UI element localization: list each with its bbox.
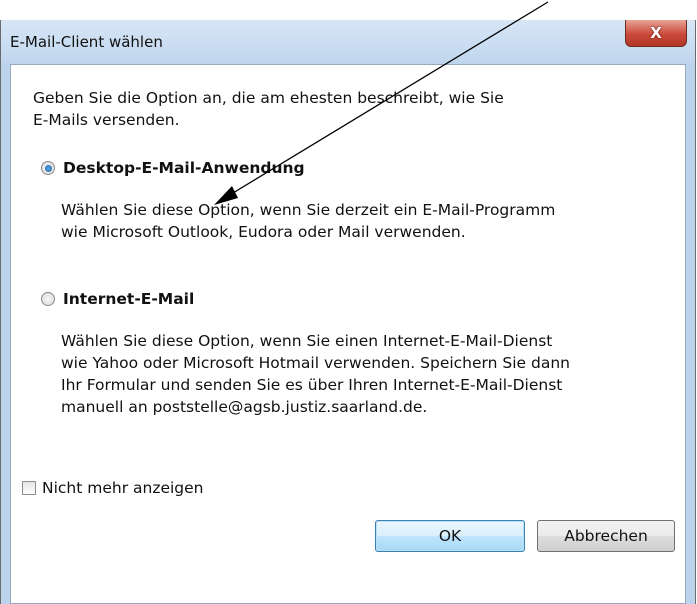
option-desktop-desc-line-1: Wählen Sie diese Option, wenn Sie derzei…: [61, 201, 556, 219]
option-desktop-label[interactable]: Desktop-E-Mail-Anwendung: [63, 157, 305, 179]
dont-show-again-checkbox[interactable]: [22, 481, 36, 495]
radio-desktop-email[interactable]: [41, 161, 55, 175]
option-internet-desc-line-4: manuell an poststelle@agsb.justiz.saarla…: [61, 398, 428, 416]
option-internet-desc-line-3: Ihr Formular und senden Sie es über Ihre…: [61, 376, 563, 394]
title-bar: E-Mail-Client wählen X: [1, 20, 695, 64]
radio-internet-email[interactable]: [41, 292, 55, 306]
dont-show-again-label[interactable]: Nicht mehr anzeigen: [42, 477, 204, 499]
ok-button[interactable]: OK: [375, 520, 525, 552]
cancel-button[interactable]: Abbrechen: [537, 520, 675, 552]
close-button[interactable]: X: [625, 20, 687, 47]
intro-line-1: Geben Sie die Option an, die am ehesten …: [33, 89, 504, 107]
option-internet-desc-line-1: Wählen Sie diese Option, wenn Sie einen …: [61, 332, 553, 350]
close-icon: X: [650, 23, 662, 42]
radio-selected-dot: [44, 164, 52, 172]
dialog-content: Geben Sie die Option an, die am ehesten …: [10, 64, 686, 604]
dialog-window: E-Mail-Client wählen X Geben Sie die Opt…: [0, 20, 696, 604]
option-desktop-desc-line-2: wie Microsoft Outlook, Eudora oder Mail …: [61, 223, 466, 241]
option-internet-label[interactable]: Internet-E-Mail: [63, 288, 194, 310]
intro-line-2: E-Mails versenden.: [33, 111, 180, 129]
screenshot-stage: E-Mail-Client wählen X Geben Sie die Opt…: [0, 0, 697, 604]
window-title: E-Mail-Client wählen: [10, 33, 163, 51]
option-internet-desc-line-2: wie Yahoo oder Microsoft Hotmail verwend…: [61, 354, 570, 372]
